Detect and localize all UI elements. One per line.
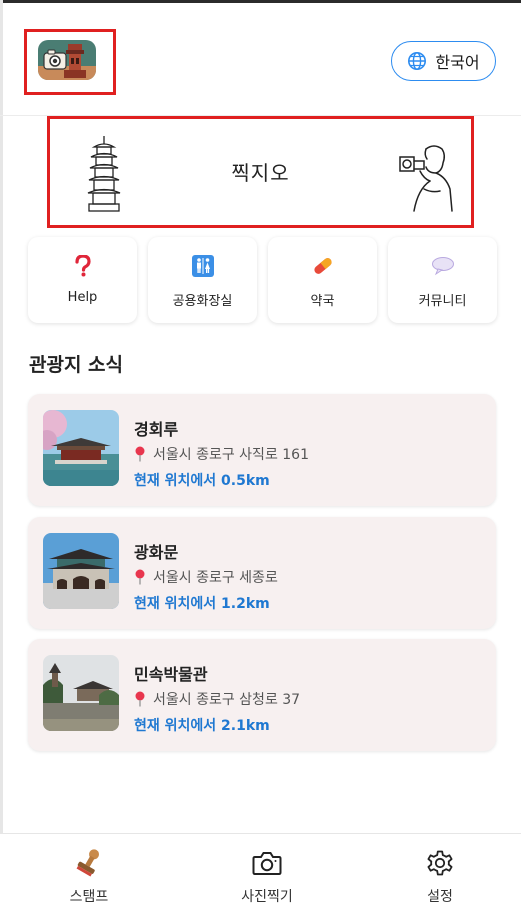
map-pin-icon xyxy=(135,691,145,707)
gear-icon xyxy=(423,846,457,880)
quick-menu: Help 공용화장실 약국 커뮤니티 xyxy=(28,237,497,323)
camera-gate-logo-icon xyxy=(38,40,96,80)
quick-help-label: Help xyxy=(67,290,98,305)
nav-camera-label: 사진찍기 xyxy=(241,889,293,905)
stamp-icon xyxy=(72,846,106,880)
quick-restroom-label: 공용화장실 xyxy=(172,294,233,309)
restroom-icon xyxy=(191,254,215,278)
place-address-row: 서울시 종로구 세종로 xyxy=(134,567,278,587)
camera-icon xyxy=(250,846,284,880)
nav-stamp[interactable]: 스탬프 xyxy=(29,834,149,912)
place-address: 서울시 종로구 사직로 161 xyxy=(153,447,309,463)
pill-icon xyxy=(311,254,335,278)
quick-help-button[interactable]: Help xyxy=(28,237,137,323)
place-distance: 현재 위치에서 2.1km xyxy=(134,718,270,734)
speech-bubble-icon xyxy=(431,254,455,278)
place-card[interactable]: 광화문 서울시 종로구 세종로 현재 위치에서 1.2km xyxy=(28,517,496,629)
place-name: 민속박물관 xyxy=(134,665,208,684)
place-thumbnail xyxy=(43,410,119,486)
photographer-illustration-icon xyxy=(399,145,453,212)
quick-restroom-button[interactable]: 공용화장실 xyxy=(148,237,257,323)
logo-highlight-frame xyxy=(24,29,116,95)
quick-pharmacy-button[interactable]: 약국 xyxy=(268,237,377,323)
nav-settings[interactable]: 설정 xyxy=(380,834,500,912)
map-pin-icon xyxy=(135,569,145,585)
question-icon xyxy=(71,254,95,278)
place-distance: 현재 위치에서 1.2km xyxy=(134,596,270,612)
quick-pharmacy-label: 약국 xyxy=(310,294,335,309)
place-distance: 현재 위치에서 0.5km xyxy=(134,473,270,489)
nav-stamp-label: 스탬프 xyxy=(69,889,109,905)
app-header: 한국어 xyxy=(0,3,521,116)
language-button-label: 한국어 xyxy=(435,53,480,72)
place-card[interactable]: 경회루 서울시 종로구 사직로 161 현재 위치에서 0.5km xyxy=(28,394,496,506)
place-name: 광화문 xyxy=(134,543,179,562)
place-address: 서울시 종로구 세종로 xyxy=(153,570,278,586)
place-address-row: 서울시 종로구 삼청로 37 xyxy=(134,689,300,709)
map-pin-icon xyxy=(135,446,145,462)
quick-community-label: 커뮤니티 xyxy=(418,294,467,309)
globe-icon xyxy=(408,52,427,70)
nav-settings-label: 설정 xyxy=(427,889,453,905)
place-address: 서울시 종로구 삼청로 37 xyxy=(153,692,301,708)
place-name: 경회루 xyxy=(134,420,179,439)
bottom-navigation: 스탬프 사진찍기 설정 xyxy=(0,833,521,912)
place-address-row: 서울시 종로구 사직로 161 xyxy=(134,444,309,464)
section-title: 관광지 소식 xyxy=(29,354,124,376)
app-logo[interactable] xyxy=(38,40,96,80)
place-thumbnail xyxy=(43,655,119,731)
place-card[interactable]: 민속박물관 서울시 종로구 삼청로 37 현재 위치에서 2.1km xyxy=(28,639,496,751)
window-left-border xyxy=(0,0,3,912)
language-button[interactable]: 한국어 xyxy=(391,41,496,81)
quick-community-button[interactable]: 커뮤니티 xyxy=(388,237,497,323)
place-thumbnail xyxy=(43,533,119,609)
hero-banner[interactable]: 찍지오 xyxy=(47,116,474,228)
nav-camera[interactable]: 사진찍기 xyxy=(207,834,327,912)
